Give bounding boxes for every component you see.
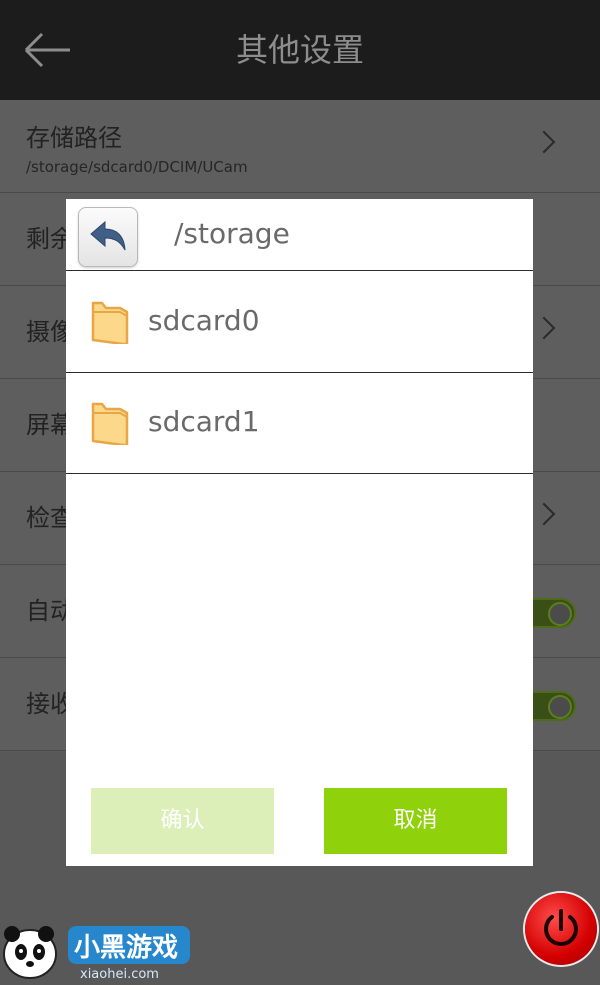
power-icon <box>544 909 578 946</box>
undo-arrow-icon <box>90 220 126 251</box>
chevron-right-icon <box>532 502 556 526</box>
current-path: /storage <box>174 217 290 250</box>
svg-text:小黑游戏: 小黑游戏 <box>74 933 178 963</box>
folder-picker-dialog: /storage sdcard0 sdcard1 确认 取消 <box>66 199 533 866</box>
chevron-right-icon <box>532 130 556 154</box>
page-title: 其他设置 <box>235 31 364 69</box>
folder-item-sdcard0[interactable]: sdcard0 <box>66 272 533 373</box>
watermark-logo: 小黑游戏 xiaohei.com <box>3 926 190 982</box>
power-button[interactable] <box>525 893 597 965</box>
setting-row-storage-path[interactable]: 存储路径 /storage/sdcard0/DCIM/UCam <box>0 100 600 193</box>
folder-name: sdcard0 <box>148 304 260 337</box>
top-bar: 其他设置 <box>0 0 600 100</box>
chevron-right-icon <box>532 316 556 340</box>
folder-name: sdcard1 <box>148 405 260 438</box>
folder-item-sdcard1[interactable]: sdcard1 <box>66 373 533 474</box>
setting-value: /storage/sdcard0/DCIM/UCam <box>26 158 248 176</box>
dialog-header: /storage <box>66 199 533 271</box>
confirm-button[interactable]: 确认 <box>91 788 274 854</box>
folder-icon <box>91 301 129 344</box>
folder-icon <box>91 402 129 445</box>
cancel-button[interactable]: 取消 <box>324 788 507 854</box>
parent-folder-button[interactable] <box>78 207 138 267</box>
svg-text:xiaohei.com: xiaohei.com <box>80 967 159 982</box>
setting-label: 存储路径 <box>26 124 122 152</box>
